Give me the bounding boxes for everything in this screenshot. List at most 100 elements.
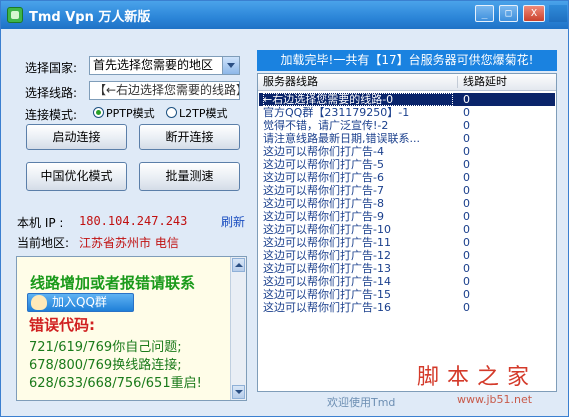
server-latency: 0 — [463, 301, 470, 314]
column-divider — [457, 76, 458, 88]
footer-text: 欢迎使用Tmd — [327, 396, 396, 409]
maximize-button[interactable]: □ — [499, 5, 518, 22]
server-latency: 0 — [463, 93, 470, 106]
server-latency: 0 — [463, 249, 470, 262]
server-latency: 0 — [463, 171, 470, 184]
server-latency: 0 — [463, 197, 470, 210]
server-name: ←右边选择您需要的线路-0 — [263, 93, 453, 106]
server-latency: 0 — [463, 119, 470, 132]
minimize-button[interactable]: _ — [475, 5, 494, 22]
scroll-down-icon[interactable] — [232, 385, 245, 399]
server-name: 这边可以帮你们打广告-13 — [263, 262, 391, 275]
pptp-radio[interactable] — [93, 107, 104, 118]
ip-label: 本机 IP : — [17, 216, 64, 230]
country-select[interactable]: 首先选择您需要的地区 — [89, 56, 240, 75]
country-label: 选择国家: — [25, 61, 78, 75]
server-row[interactable]: 这边可以帮你们打广告-12 0 — [259, 249, 555, 262]
ip-value: 180.104.247.243 — [79, 214, 188, 228]
server-name: 这边可以帮你们打广告-14 — [263, 275, 391, 288]
refresh-link[interactable]: 刷新 — [221, 213, 245, 230]
server-row[interactable]: 觉得不错，请广泛宣传!-2 0 — [259, 119, 555, 132]
server-row[interactable]: 这边可以帮你们打广告-14 0 — [259, 275, 555, 288]
close-button[interactable]: X — [523, 5, 545, 22]
server-row[interactable]: 这边可以帮你们打广告-8 0 — [259, 197, 555, 210]
server-name: 这边可以帮你们打广告-15 — [263, 288, 391, 301]
batch-test-button[interactable]: 批量测速 — [139, 162, 240, 191]
line-field-value: 【←右边选择您需要的线路】 — [94, 83, 240, 97]
server-name: 这边可以帮你们打广告-11 — [263, 236, 391, 249]
server-row[interactable]: 这边可以帮你们打广告-7 0 — [259, 184, 555, 197]
column-header-latency[interactable]: 线路延时 — [463, 74, 507, 90]
server-row[interactable]: 这边可以帮你们打广告-15 0 — [259, 288, 555, 301]
server-row[interactable]: 这边可以帮你们打广告-5 0 — [259, 158, 555, 171]
server-latency: 0 — [463, 236, 470, 249]
server-latency: 0 — [463, 145, 470, 158]
region-label: 当前地区: — [17, 236, 70, 250]
server-row[interactable]: 这边可以帮你们打广告-10 0 — [259, 223, 555, 236]
connect-button[interactable]: 启动连接 — [26, 124, 127, 150]
status-banner: 加载完毕!一共有【17】台服务器可供您爆菊花! — [257, 50, 557, 71]
server-row[interactable]: 这边可以帮你们打广告-13 0 — [259, 262, 555, 275]
server-row[interactable]: 请注意线路最新日期,错误联系... 0 — [259, 132, 555, 145]
server-list[interactable]: 服务器线路 线路延时 ←右边选择您需要的线路-0 0 官方QQ群【231179250… — [257, 73, 557, 392]
scroll-up-icon[interactable] — [232, 258, 245, 272]
server-name: 这边可以帮你们打广告-6 — [263, 171, 384, 184]
server-latency: 0 — [463, 158, 470, 171]
server-row[interactable]: 这边可以帮你们打广告-6 0 — [259, 171, 555, 184]
server-list-header: 服务器线路 线路延时 — [258, 74, 556, 91]
join-qq-group-button[interactable]: 加入QQ群 — [27, 293, 134, 312]
watermark-text: 脚本之家 — [417, 365, 538, 390]
app-window: Tmd Vpn 万人新版 _ □ X 选择国家: 首先选择您需要的地区 选择线路… — [0, 0, 569, 417]
qq-group-icon — [31, 295, 47, 310]
region-value: 江苏省苏州市 电信 — [79, 236, 179, 250]
server-name: 这边可以帮你们打广告-8 — [263, 197, 384, 210]
server-name: 这边可以帮你们打广告-4 — [263, 145, 384, 158]
server-name: 这边可以帮你们打广告-7 — [263, 184, 384, 197]
line-label: 选择线路: — [25, 86, 78, 100]
notice-heading: 线路增加或者报错请联系 — [30, 274, 196, 292]
server-latency: 0 — [463, 288, 470, 301]
error-line-2: 678/800/769换线路连接; — [29, 358, 182, 373]
l2tp-radio[interactable] — [166, 107, 177, 118]
server-row[interactable]: 官方QQ群【231179250】-1 0 — [259, 106, 555, 119]
server-latency: 0 — [463, 106, 470, 119]
server-name: 觉得不错，请广泛宣传!-2 — [263, 119, 389, 132]
server-latency: 0 — [463, 184, 470, 197]
server-row[interactable]: 这边可以帮你们打广告-4 0 — [259, 145, 555, 158]
title-bar[interactable]: Tmd Vpn 万人新版 _ □ X — [1, 1, 568, 29]
server-row[interactable]: 这边可以帮你们打广告-11 0 — [259, 236, 555, 249]
app-icon — [7, 7, 23, 23]
server-name: 这边可以帮你们打广告-10 — [263, 223, 391, 236]
error-line-1: 721/619/769你自己问题; — [29, 340, 182, 355]
country-select-value: 首先选择您需要的地区 — [93, 58, 214, 72]
watermark-url: www.jb51.net — [457, 393, 533, 406]
server-latency: 0 — [463, 210, 470, 223]
error-code-title: 错误代码: — [29, 316, 95, 334]
server-latency: 0 — [463, 223, 470, 236]
notice-panel: 线路增加或者报错请联系 加入QQ群 错误代码: 721/619/769你自己问题… — [16, 256, 247, 401]
join-qq-group-label: 加入QQ群 — [52, 295, 107, 309]
window-title: Tmd Vpn 万人新版 — [29, 10, 151, 25]
server-name: 这边可以帮你们打广告-16 — [263, 301, 391, 314]
disconnect-button[interactable]: 断开连接 — [139, 124, 240, 150]
server-name: 这边可以帮你们打广告-12 — [263, 249, 391, 262]
l2tp-radio-label[interactable]: L2TP模式 — [179, 105, 227, 121]
notice-scrollbar[interactable] — [230, 257, 246, 400]
line-field[interactable]: 【←右边选择您需要的线路】 — [89, 81, 240, 100]
server-latency: 0 — [463, 132, 470, 145]
server-row[interactable]: ←右边选择您需要的线路-0 0 — [259, 93, 555, 106]
error-line-3: 628/633/668/756/651重启! — [29, 376, 202, 391]
server-row[interactable]: 这边可以帮你们打广告-16 0 — [259, 301, 555, 314]
server-latency: 0 — [463, 262, 470, 275]
server-latency: 0 — [463, 275, 470, 288]
title-bar-cap — [549, 5, 567, 22]
server-row[interactable]: 这边可以帮你们打广告-9 0 — [259, 210, 555, 223]
pptp-radio-label[interactable]: PPTP模式 — [106, 105, 155, 121]
server-name: 这边可以帮你们打广告-9 — [263, 210, 384, 223]
chevron-down-icon[interactable] — [222, 57, 239, 74]
server-name: 这边可以帮你们打广告-5 — [263, 158, 384, 171]
server-name: 请注意线路最新日期,错误联系... — [263, 132, 420, 145]
column-header-name[interactable]: 服务器线路 — [263, 74, 318, 90]
china-optimize-button[interactable]: 中国优化模式 — [26, 162, 127, 191]
server-name: 官方QQ群【231179250】-1 — [263, 106, 410, 119]
